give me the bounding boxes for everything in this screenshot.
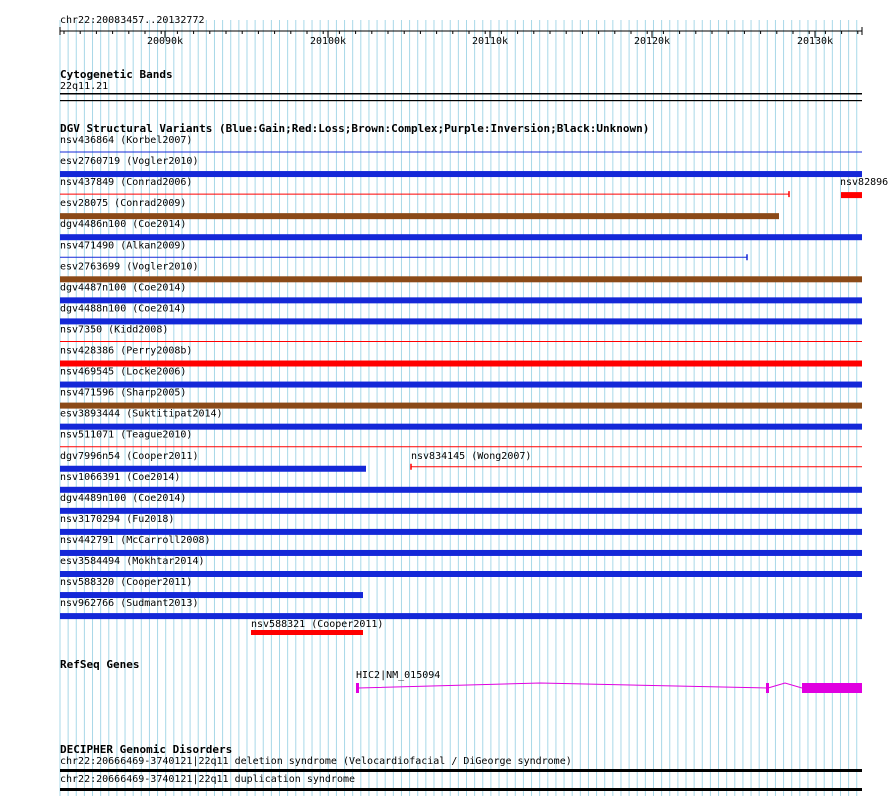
sv-label[interactable]: dgv4486n100 (Coe2014) bbox=[60, 219, 186, 230]
sv-label[interactable]: esv3584494 (Mokhtar2014) bbox=[60, 556, 205, 567]
sv-label[interactable]: esv28075 (Conrad2009) bbox=[60, 198, 186, 209]
sv-feature[interactable] bbox=[60, 507, 862, 514]
sv-label[interactable]: nsv7350 (Kidd2008) bbox=[60, 324, 168, 335]
sv-label[interactable]: nsv834145 (Wong2007) bbox=[411, 451, 531, 462]
sv-label[interactable]: nsv436864 (Korbel2007) bbox=[60, 135, 192, 146]
decipher-feature[interactable] bbox=[60, 769, 862, 772]
gene-model-hic2[interactable] bbox=[0, 675, 890, 705]
sv-label[interactable]: esv3893444 (Suktitipat2014) bbox=[60, 409, 223, 420]
decipher-feature[interactable] bbox=[60, 788, 862, 791]
gene-intron[interactable] bbox=[767, 682, 803, 689]
dgv-track: nsv436864 (Korbel2007) esv2760719 (Vogler… bbox=[60, 135, 888, 635]
sv-label[interactable]: esv2760719 (Vogler2010) bbox=[60, 156, 198, 167]
decipher-track bbox=[60, 769, 862, 791]
sv-label[interactable]: esv2763699 (Vogler2010) bbox=[60, 261, 198, 272]
gene-intron[interactable] bbox=[357, 682, 769, 689]
sv-label[interactable]: nsv428386 (Perry2008b) bbox=[60, 346, 192, 357]
sv-label[interactable]: nsv469545 (Locke2006) bbox=[60, 367, 186, 378]
sv-label[interactable]: nsv82896 bbox=[840, 177, 888, 188]
sv-label[interactable]: dgv4488n100 (Coe2014) bbox=[60, 303, 186, 314]
sv-label[interactable]: nsv3170294 (Fu2018) bbox=[60, 514, 174, 525]
sv-label[interactable]: nsv511071 (Teague2010) bbox=[60, 430, 192, 441]
sv-label[interactable]: nsv442791 (McCarroll2008) bbox=[60, 535, 211, 546]
sv-label[interactable]: nsv588321 (Cooper2011) bbox=[251, 619, 383, 630]
sv-label[interactable]: nsv437849 (Conrad2006) bbox=[60, 177, 192, 188]
sv-label[interactable]: nsv471490 (Alkan2009) bbox=[60, 240, 186, 251]
sv-feature[interactable] bbox=[841, 192, 862, 199]
gene-exon[interactable] bbox=[766, 683, 769, 693]
sv-label[interactable]: nsv962766 (Sudmant2013) bbox=[60, 598, 198, 609]
sv-label[interactable]: nsv471596 (Sharp2005) bbox=[60, 388, 186, 399]
sv-label[interactable]: dgv7996n54 (Cooper2011) bbox=[60, 451, 198, 462]
genome-browser-view: chr22:20083457..20132772 20090k 20100k 201… bbox=[0, 0, 890, 796]
sv-label[interactable]: nsv588320 (Cooper2011) bbox=[60, 577, 192, 588]
sv-label[interactable]: dgv4487n100 (Coe2014) bbox=[60, 282, 186, 293]
sv-feature[interactable] bbox=[60, 318, 862, 325]
sv-label[interactable]: nsv1066391 (Coe2014) bbox=[60, 472, 180, 483]
refseq-track-title: RefSeq Genes bbox=[60, 658, 140, 671]
gene-exon[interactable] bbox=[356, 683, 359, 693]
sv-feature[interactable] bbox=[251, 630, 363, 635]
gene-exon[interactable] bbox=[802, 683, 862, 693]
sv-feature[interactable] bbox=[60, 613, 862, 620]
sv-label[interactable]: dgv4489n100 (Coe2014) bbox=[60, 493, 186, 504]
